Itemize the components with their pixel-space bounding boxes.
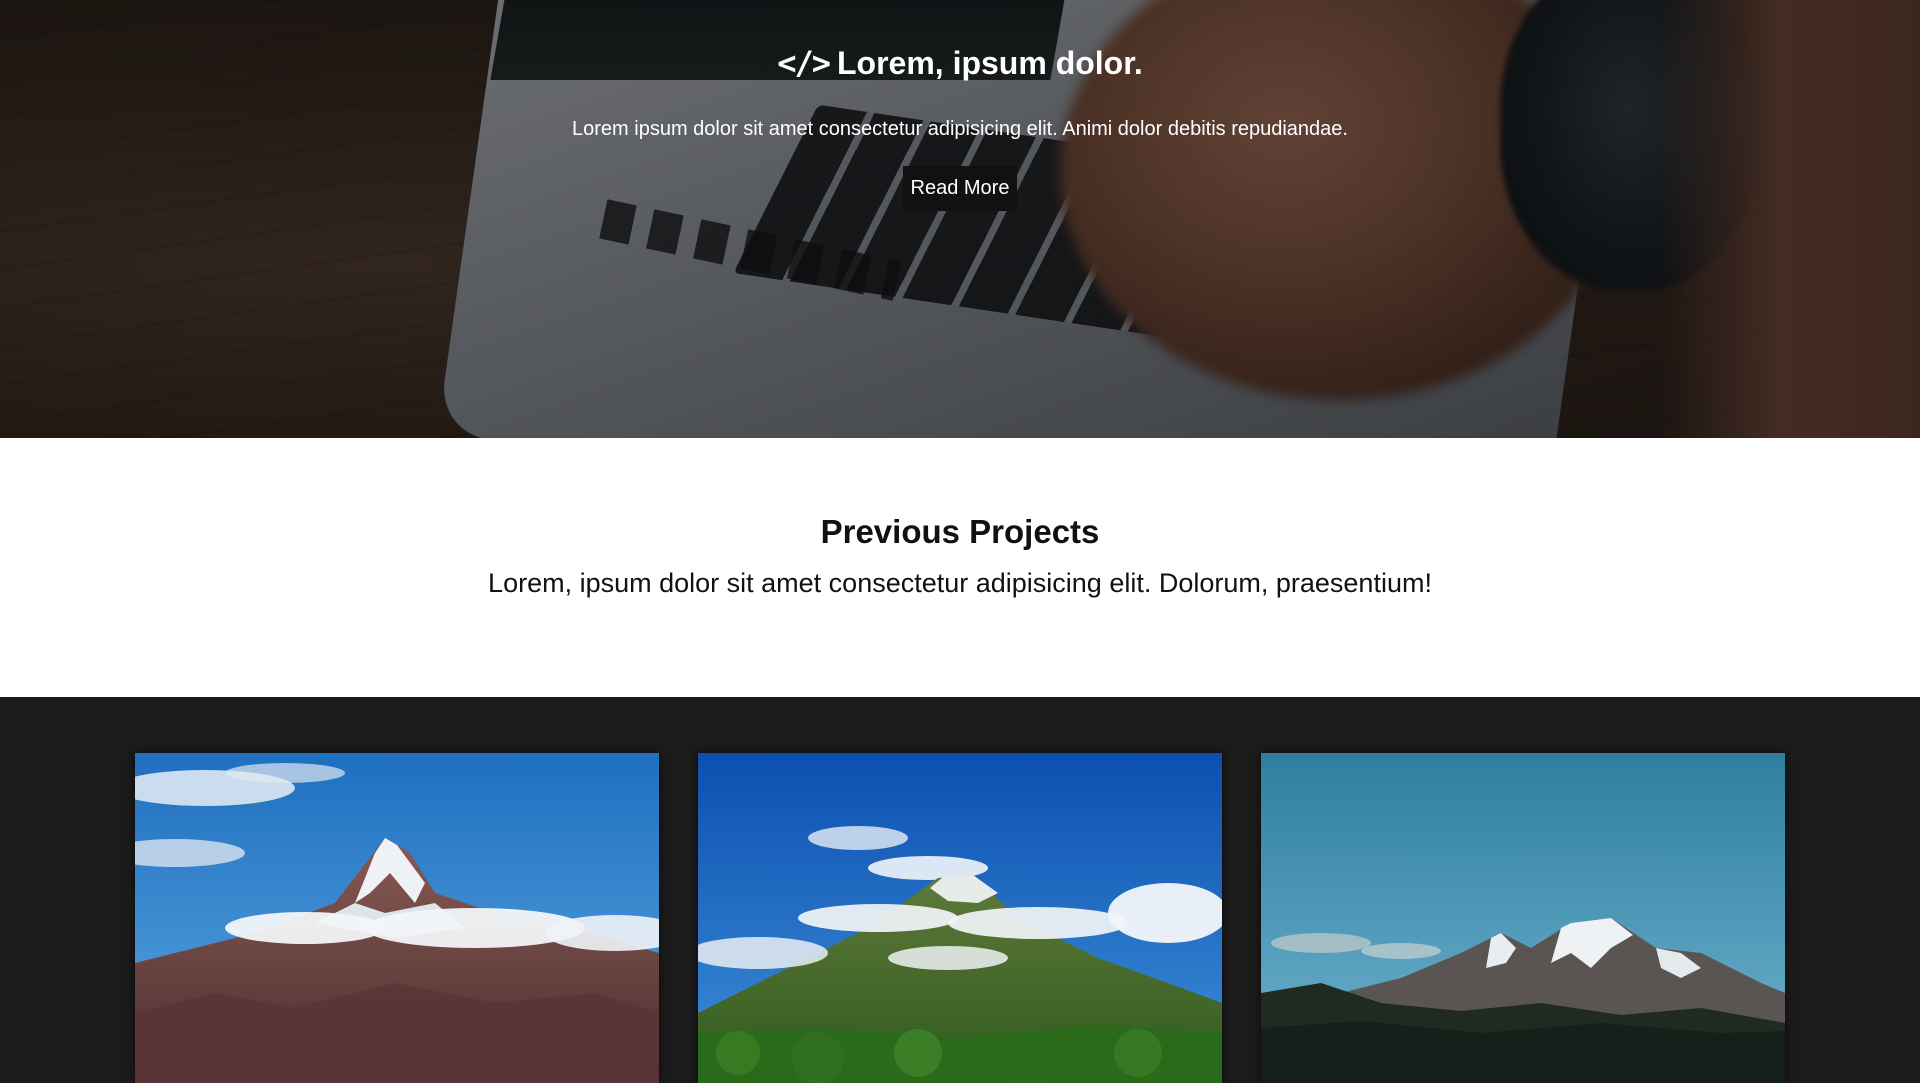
projects-description: Lorem, ipsum dolor sit amet consectetur … bbox=[488, 568, 1432, 598]
project-card-rocky-peaks[interactable] bbox=[1261, 753, 1785, 1083]
rocky-peaks-image bbox=[1261, 753, 1785, 1083]
hero-section: </> Lorem, ipsum dolor. Lorem ipsum dolo… bbox=[0, 0, 1920, 438]
snowy-peak-image bbox=[135, 753, 659, 1083]
projects-title: Previous Projects bbox=[820, 513, 1100, 550]
hero-content: </> Lorem, ipsum dolor. Lorem ipsum dolo… bbox=[0, 0, 1920, 438]
hero-title: </> Lorem, ipsum dolor. bbox=[0, 44, 1920, 82]
code-icon: </> bbox=[777, 44, 831, 82]
read-more-button[interactable]: Read More bbox=[903, 166, 1017, 211]
green-volcano-image bbox=[698, 753, 1222, 1083]
project-card-green-volcano[interactable] bbox=[698, 753, 1222, 1083]
project-card-snowy-peak[interactable] bbox=[135, 753, 659, 1083]
projects-gallery bbox=[0, 697, 1920, 1083]
projects-header-section: Previous Projects Lorem, ipsum dolor sit… bbox=[0, 438, 1920, 697]
hero-description: Lorem ipsum dolor sit amet consectetur a… bbox=[572, 118, 1348, 140]
hero-title-text: Lorem, ipsum dolor. bbox=[836, 44, 1143, 81]
